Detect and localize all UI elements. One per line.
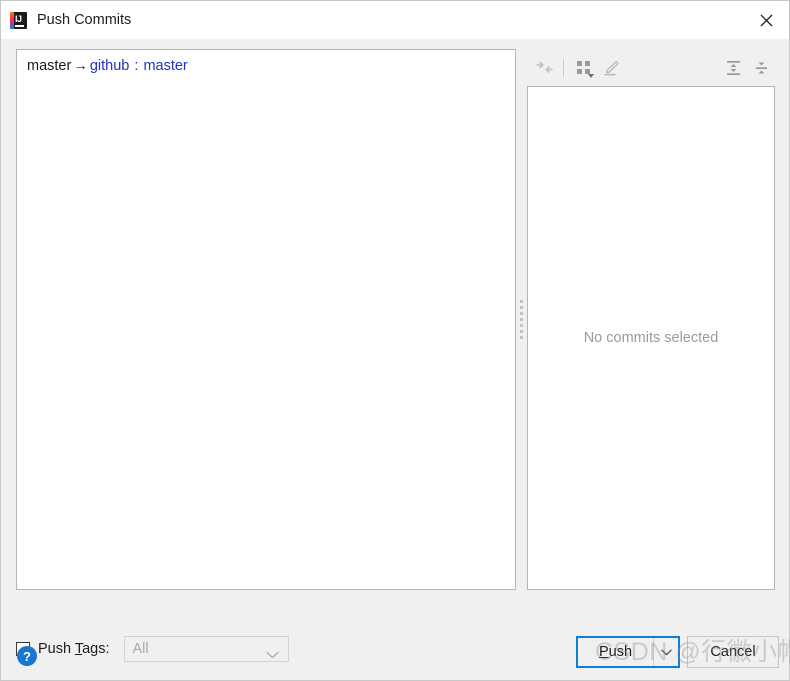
commit-details-panel: No commits selected bbox=[527, 86, 775, 590]
push-tags-combo[interactable]: All bbox=[123, 636, 289, 664]
commits-list-panel[interactable]: master → github : master bbox=[16, 49, 516, 590]
collapse-arrows-icon[interactable] bbox=[530, 55, 558, 81]
edit-pencil-icon[interactable] bbox=[597, 55, 625, 81]
push-tags-combo-value: All bbox=[132, 641, 149, 657]
intellij-idea-icon: IJ bbox=[10, 11, 27, 29]
app-icon-letters: IJ bbox=[15, 13, 22, 24]
push-button-mnemonic: P bbox=[598, 644, 609, 660]
remote-branch-label: master bbox=[143, 58, 188, 74]
close-icon[interactable] bbox=[743, 1, 789, 39]
push-button-label: ush bbox=[608, 644, 633, 660]
dialog-content: master → github : master No commits sele… bbox=[1, 39, 790, 680]
details-toolbar bbox=[527, 49, 775, 86]
local-branch-label: master bbox=[27, 58, 72, 74]
help-icon[interactable]: ? bbox=[17, 646, 37, 666]
chevron-down-icon bbox=[265, 646, 279, 664]
chevron-down-icon bbox=[588, 73, 594, 78]
push-button[interactable]: Push bbox=[578, 638, 654, 666]
collapse-all-icon[interactable] bbox=[747, 55, 775, 81]
push-split-button[interactable]: Push bbox=[576, 636, 680, 668]
details-area: No commits selected bbox=[527, 49, 775, 590]
expand-all-icon[interactable] bbox=[719, 55, 747, 81]
title-bar: IJ Push Commits bbox=[1, 1, 789, 39]
panel-splitter[interactable] bbox=[515, 49, 527, 590]
branch-separator: : bbox=[134, 58, 139, 74]
push-tags-label: Push Tags: bbox=[38, 641, 110, 657]
branch-row[interactable]: master → github : master bbox=[17, 50, 515, 74]
push-dropdown-button[interactable] bbox=[654, 638, 678, 666]
push-tags-label-pre: Push bbox=[38, 641, 75, 657]
arrow-right-icon: → bbox=[73, 58, 88, 74]
dialog-button-bar: Push Cancel bbox=[576, 636, 779, 668]
group-by-icon[interactable] bbox=[569, 55, 597, 81]
remote-name-label: github bbox=[89, 58, 130, 74]
empty-state-label: No commits selected bbox=[583, 330, 719, 346]
push-tags-label-post: ags: bbox=[82, 641, 110, 657]
splitter-grip bbox=[519, 299, 523, 340]
cancel-button[interactable]: Cancel bbox=[687, 636, 779, 668]
toolbar-divider bbox=[563, 58, 564, 77]
push-tags-row: Push Tags: All bbox=[16, 635, 289, 663]
push-commits-dialog: IJ Push Commits master→github : master bbox=[0, 0, 790, 681]
help-icon-glyph: ? bbox=[23, 648, 31, 664]
push-tags-mnemonic: T bbox=[74, 641, 83, 657]
window-title: Push Commits bbox=[37, 12, 132, 28]
